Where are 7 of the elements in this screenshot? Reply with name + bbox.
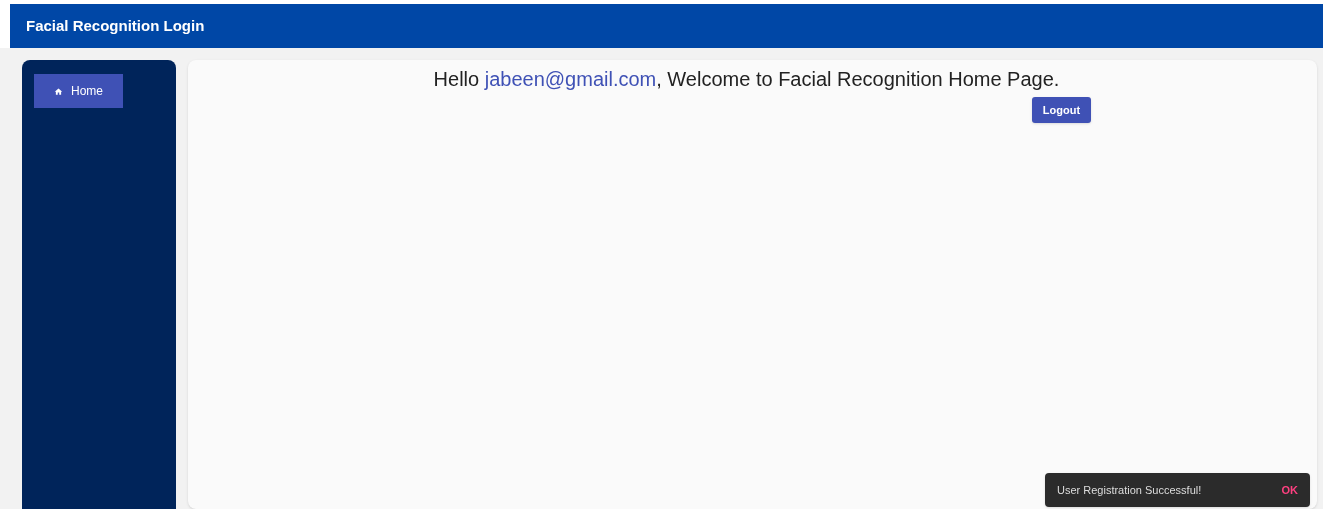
welcome-heading: Hello jabeen@gmail.com, Welcome to Facial Recognition Home Page. [433, 67, 1061, 92]
app-title: Facial Recognition Login [26, 15, 205, 36]
snackbar-message: User Registration Successful! [1057, 482, 1202, 498]
logout-button[interactable]: Logout [1032, 97, 1091, 123]
home-nav-button[interactable]: Home [34, 74, 123, 108]
home-icon [54, 85, 63, 97]
ok-button[interactable]: OK [1281, 481, 1298, 499]
